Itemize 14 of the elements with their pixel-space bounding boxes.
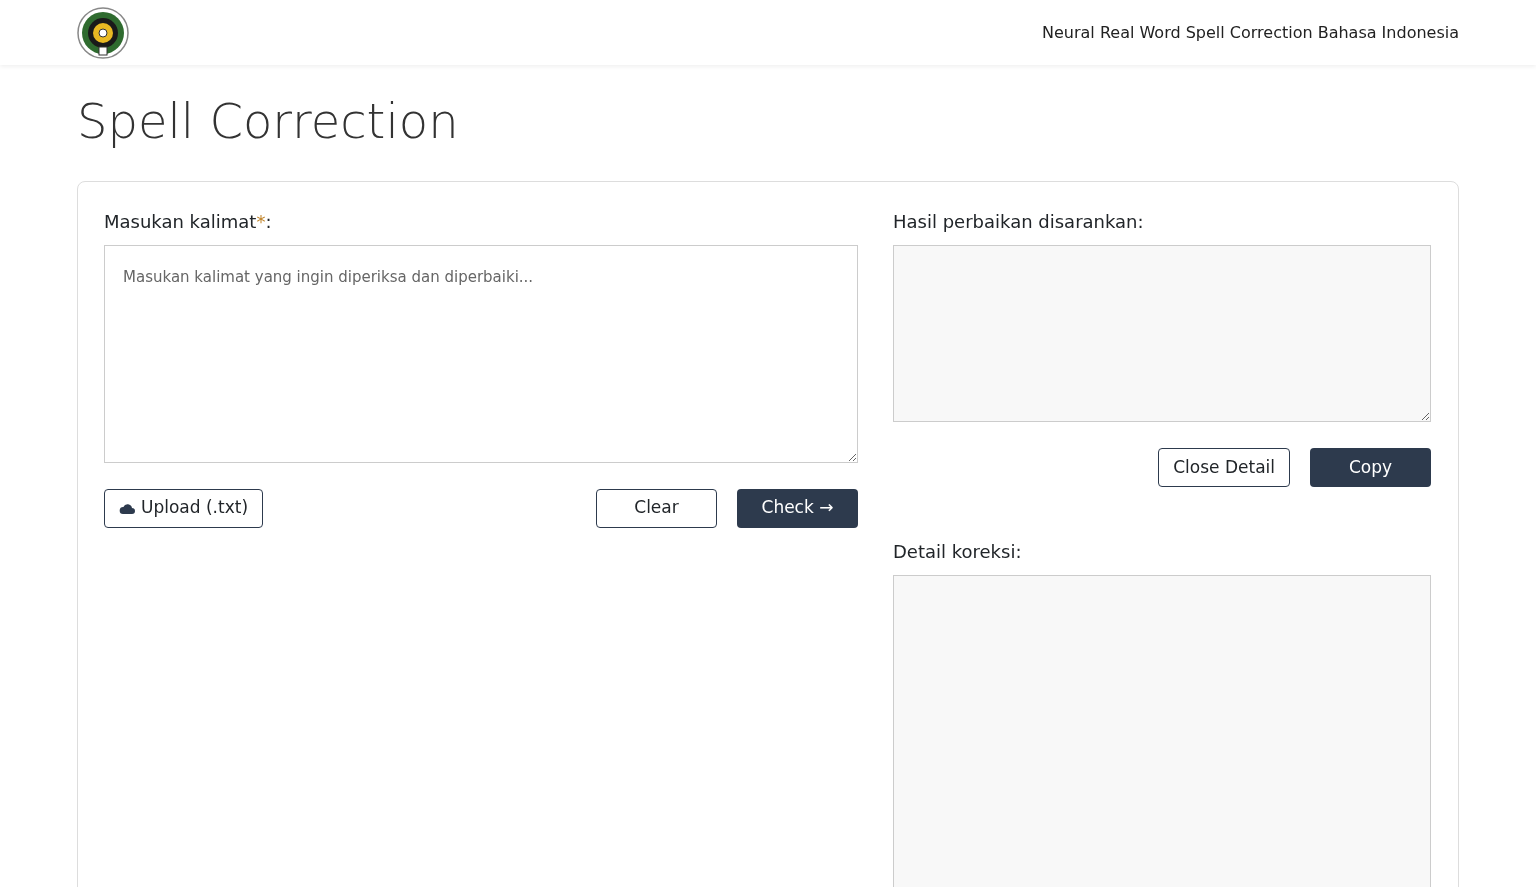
sentence-input-field[interactable]: Masukan kalimat yang ingin diperiksa dan diperbaiki... xyxy=(104,244,858,463)
cloud-icon xyxy=(119,502,135,514)
detail-label: Detail koreksi: xyxy=(893,539,1023,564)
navbar-title: Neural Real Word Spell Correction Bahasa Indonesia xyxy=(1042,21,1459,44)
result-output-field[interactable] xyxy=(893,244,1431,422)
emblem-logo[interactable] xyxy=(77,6,129,59)
page-title: Spell Correction xyxy=(77,93,460,151)
secondary-button[interactable]: Close Detail xyxy=(1158,447,1290,487)
secondary-button[interactable]: Clear xyxy=(596,488,717,528)
primary-button[interactable]: Check → xyxy=(737,488,858,528)
primary-button[interactable]: Copy xyxy=(1310,447,1431,487)
output-label: Hasil perbaikan disarankan: xyxy=(893,209,1145,234)
input-label: Masukan kalimat*: xyxy=(104,209,273,234)
upload-button[interactable]: Upload (.txt) xyxy=(104,488,264,528)
